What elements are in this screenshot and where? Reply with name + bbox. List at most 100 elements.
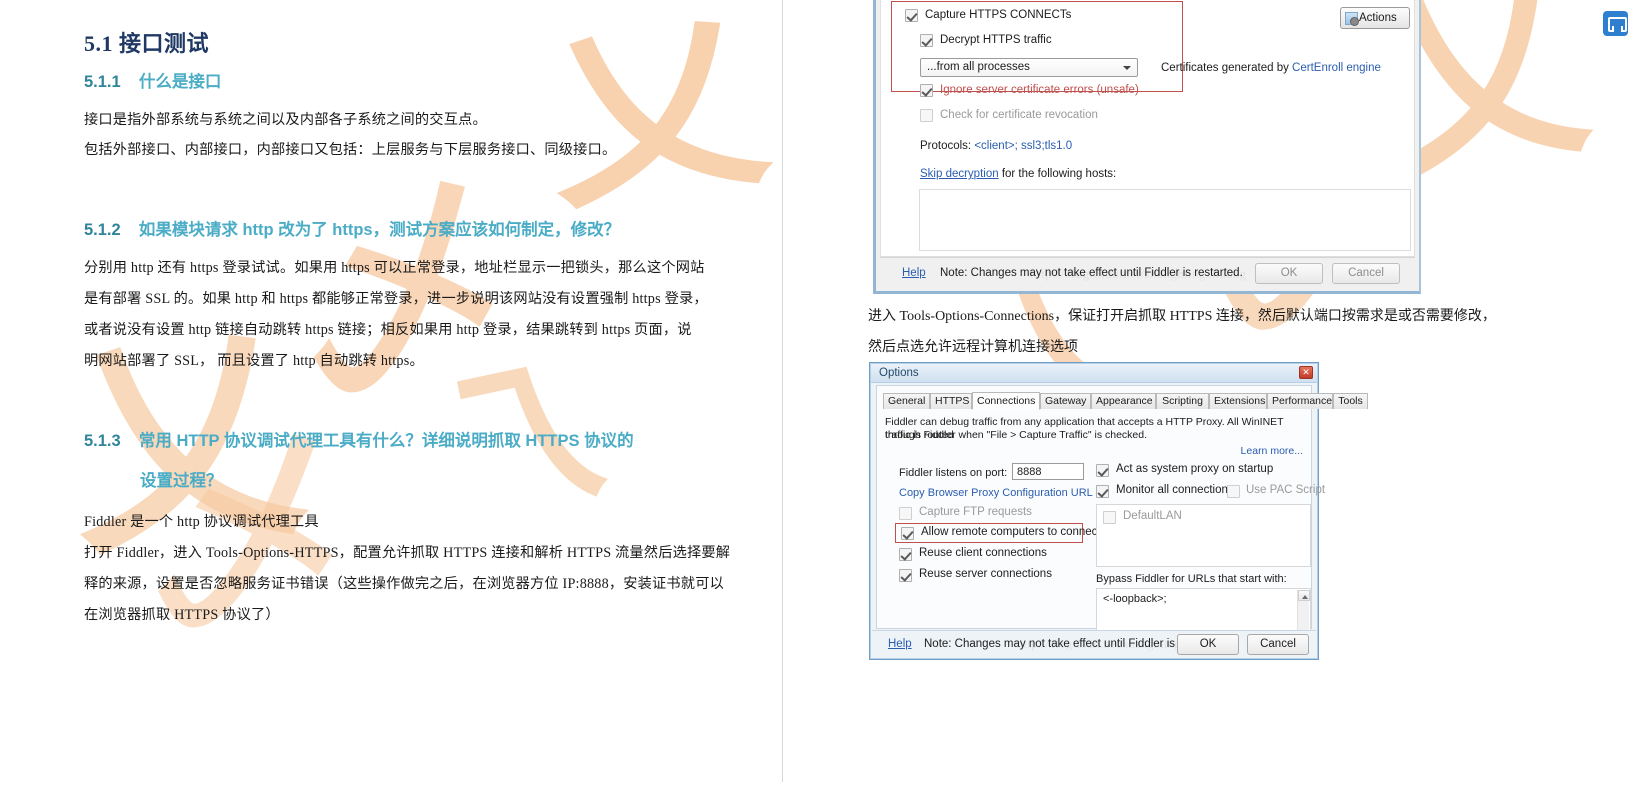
options-titlebar[interactable]: Options ✕ [871, 364, 1317, 383]
cert-engine-note: Certificates generated by CertEnroll eng… [1161, 62, 1381, 74]
capture-ftp-requests-checkbox[interactable] [899, 507, 912, 520]
page-root: 乂 乄 乂 乁 乄 5.1 接口测试 5.1.1 什么是接口 接口是指外部系统与… [0, 0, 1641, 810]
heading-5-1-3-title: 常用 HTTP 协议调试代理工具有什么？详细说明抓取 HTTPS 协议的 [138, 432, 634, 450]
tab-extensions[interactable]: Extensions [1209, 393, 1267, 409]
defaultlan-checkbox[interactable] [1103, 511, 1116, 524]
screenshots-column: 乂 乄 乁 乂 Capture HTTPS CONNECTs Decrypt H… [783, 0, 1641, 810]
para-5-1-1-b: 包括外部接口、内部接口，内部接口又包括：上层服务与下层服务接口、同级接口。 [84, 142, 617, 158]
allow-remote-computers-label: Allow remote computers to connect [921, 526, 1101, 538]
heading-5-1-2-number: 5.1.2 [84, 221, 121, 239]
fiddler-https-panel: Capture HTTPS CONNECTs Decrypt HTTPS tra… [880, 0, 1415, 257]
copy-proxy-url-link[interactable]: Copy Browser Proxy Configuration URL [899, 487, 1093, 499]
reuse-server-connections-checkbox[interactable] [899, 569, 912, 582]
ok-button-options[interactable]: OK [1177, 634, 1239, 655]
heading-5-1-2-title: 如果模块请求 http 改为了 https，测试方案应该如何制定，修改？ [138, 221, 621, 239]
ignore-cert-errors-label: Ignore server certificate errors (unsafe… [940, 84, 1139, 96]
reuse-server-connections-label: Reuse server connections [919, 568, 1052, 580]
cert-engine-note-text: Certificates generated by [1161, 62, 1293, 74]
para-5-1-2-d: 明网站部署了 SSL， 而且设置了 http 自动跳转 https。 [84, 353, 424, 369]
defaultlan-label: DefaultLAN [1123, 510, 1182, 522]
monitor-all-connections-checkbox[interactable] [1096, 485, 1109, 498]
skip-decryption-row: Skip decryption for the following hosts: [920, 168, 1116, 180]
fiddler-https-dialog: Capture HTTPS CONNECTs Decrypt HTTPS tra… [873, 0, 1421, 294]
options-title: Options [879, 367, 919, 379]
page-title: 5.1 接口测试 [84, 31, 210, 57]
bypass-label: Bypass Fiddler for URLs that start with: [1096, 573, 1287, 585]
document-column: 乂 乄 乂 乁 乄 5.1 接口测试 5.1.1 什么是接口 接口是指外部系统与… [0, 0, 782, 810]
skip-decryption-rest: for the following hosts: [998, 168, 1117, 180]
connections-description-line2: through Fiddler when "File > Capture Tra… [885, 429, 1148, 441]
decrypt-https-traffic-checkbox[interactable] [920, 34, 933, 47]
skip-decryption-link[interactable]: Skip decryption [920, 168, 999, 180]
heading-5-1-3-line2: 设置过程？ [140, 472, 223, 490]
restart-note-https: Note: Changes may not take effect until … [940, 267, 1243, 279]
act-as-system-proxy-label: Act as system proxy on startup [1116, 463, 1274, 475]
protocols-label: Protocols: [920, 140, 975, 152]
connections-listbox[interactable]: DefaultLAN [1096, 504, 1311, 567]
heading-5-1-3-number: 5.1.3 [84, 432, 121, 450]
tab-performance[interactable]: Performance [1267, 393, 1333, 409]
bypass-value: <-loopback>; [1103, 593, 1167, 605]
para-5-1-2-c: 或者说没有设置 http 链接自动跳转 https 链接；相反如果用 http … [84, 322, 692, 338]
para-5-1-2-b: 是有部署 SSL 的。如果 http 和 https 都能够正常登录，进一步说明… [84, 291, 708, 307]
reuse-client-connections-label: Reuse client connections [919, 547, 1047, 559]
actions-button-label: Actions [1359, 12, 1397, 24]
image-badge-icon[interactable] [1603, 11, 1628, 36]
gear-icon [1345, 12, 1359, 26]
capture-https-connects-label: Capture HTTPS CONNECTs [925, 9, 1072, 21]
use-pac-script-checkbox[interactable] [1227, 485, 1240, 498]
para-5-1-2-a: 分别用 http 还有 https 登录试试。如果用 https 可以正常登录，… [84, 260, 705, 276]
caption-line-2: 然后点选允许远程计算机连接选项 [868, 340, 1078, 355]
tab-https[interactable]: HTTPS [930, 393, 972, 409]
tab-scripting[interactable]: Scripting [1156, 393, 1209, 409]
allow-remote-computers-checkbox[interactable] [901, 527, 914, 540]
tab-gateway[interactable]: Gateway [1040, 393, 1091, 409]
fiddler-options-dialog: Options ✕ General HTTPS Connections Gate… [869, 362, 1368, 660]
para-5-1-3-c: 释的来源，设置是否忽略服务证书错误（这些操作做完之后，在浏览器方位 IP:888… [84, 576, 724, 592]
para-5-1-3-d: 在浏览器抓取 HTTPS 协议了） [84, 607, 280, 623]
protocols-value[interactable]: <client>; ssl3;tls1.0 [974, 140, 1072, 152]
skip-hosts-textarea[interactable] [919, 189, 1411, 251]
help-link-https[interactable]: Help [902, 267, 926, 279]
cert-enroll-engine-link[interactable]: CertEnroll engine [1292, 62, 1381, 74]
cancel-button-https[interactable]: Cancel [1332, 263, 1400, 284]
decrypt-https-traffic-label: Decrypt HTTPS traffic [940, 34, 1052, 46]
tab-connections[interactable]: Connections [972, 392, 1040, 410]
heading-5-1-2: 5.1.2 如果模块请求 http 改为了 https，测试方案应该如何制定，修… [84, 216, 620, 240]
port-label: Fiddler listens on port: [899, 467, 1008, 479]
heading-5-1-1-number: 5.1.1 [84, 73, 121, 91]
tab-tools[interactable]: Tools [1333, 393, 1368, 409]
monitor-all-connections-label: Monitor all connections [1116, 484, 1234, 496]
https-dialog-footer: http://blog.csdn.net/shangmingzhuang Hel… [880, 257, 1415, 289]
options-tabstrip: General HTTPS Connections Gateway Appear… [883, 392, 1368, 410]
reuse-client-connections-checkbox[interactable] [899, 548, 912, 561]
tab-general[interactable]: General [883, 393, 930, 409]
options-dialog-footer: http://blog.csdn.net/shangmingzhuang Hel… [872, 630, 1316, 657]
process-filter-value: ...from all processes [927, 61, 1030, 73]
act-as-system-proxy-checkbox[interactable] [1096, 464, 1109, 477]
port-input[interactable]: 8888 [1012, 463, 1084, 480]
cancel-button-options[interactable]: Cancel [1247, 634, 1309, 655]
port-value: 8888 [1017, 466, 1042, 478]
scroll-up-icon[interactable] [1298, 590, 1310, 601]
heading-5-1-1: 5.1.1 什么是接口 [84, 68, 221, 92]
chevron-down-icon [1123, 66, 1131, 70]
ok-button-https[interactable]: OK [1255, 263, 1323, 284]
check-cert-revocation-checkbox[interactable] [920, 109, 933, 122]
capture-ftp-requests-label: Capture FTP requests [919, 506, 1032, 518]
tab-appearance[interactable]: Appearance [1091, 393, 1156, 409]
close-icon[interactable]: ✕ [1299, 366, 1313, 379]
process-filter-dropdown[interactable]: ...from all processes [920, 58, 1138, 77]
para-5-1-3-b: 打开 Fiddler，进入 Tools-Options-HTTPS，配置允许抓取… [84, 545, 731, 561]
learn-more-link[interactable]: Learn more... [1241, 445, 1303, 457]
heading-5-1-3: 5.1.3 常用 HTTP 协议调试代理工具有什么？详细说明抓取 HTTPS 协… [84, 427, 634, 451]
heading-5-1-1-title: 什么是接口 [138, 73, 222, 91]
caption-line-1: 进入 Tools-Options-Connections，保证打开启抓取 HTT… [868, 309, 1496, 324]
ignore-cert-errors-checkbox[interactable] [920, 84, 933, 97]
para-5-1-1-a: 接口是指外部系统与系统之间以及内部各子系统之间的交互点。 [84, 112, 487, 128]
use-pac-script-label: Use PAC Script [1246, 484, 1326, 496]
help-link-options[interactable]: Help [888, 638, 912, 650]
capture-https-connects-checkbox[interactable] [905, 9, 918, 22]
actions-button[interactable]: Actions [1340, 7, 1410, 29]
protocols-row: Protocols: <client>; ssl3;tls1.0 [920, 140, 1072, 152]
